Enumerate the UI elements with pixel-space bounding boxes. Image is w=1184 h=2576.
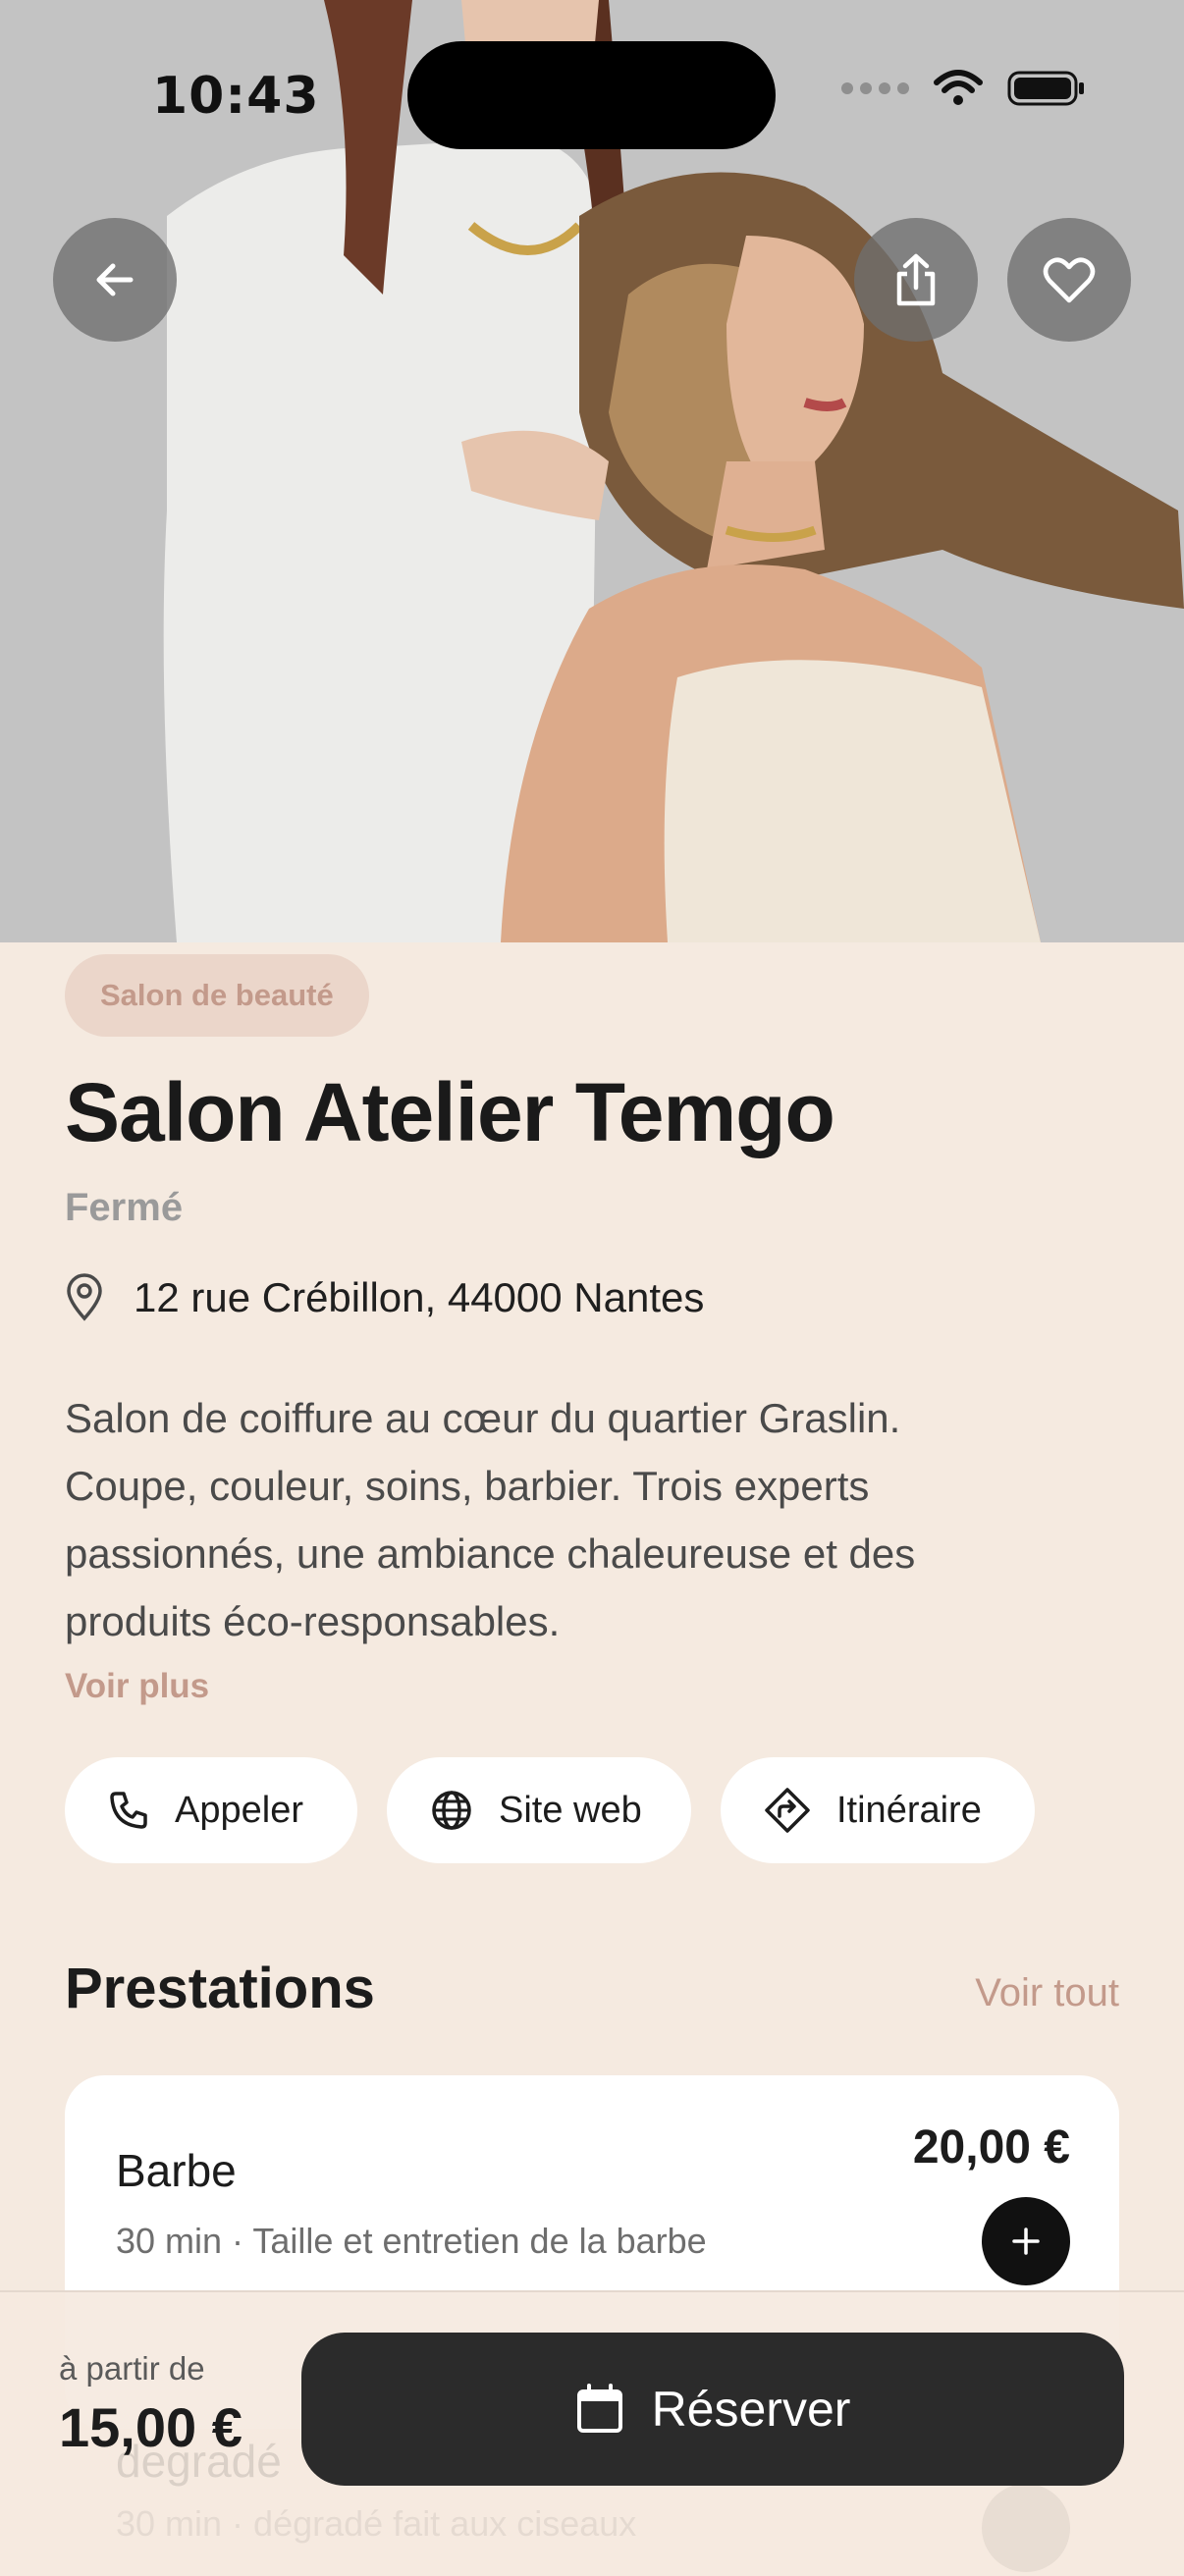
add-service-button[interactable] [982, 2197, 1070, 2285]
description-line: Coupe, couleur, soins, barbier. Trois ex… [65, 1463, 870, 1509]
directions-icon [765, 1788, 810, 1833]
call-label: Appeler [175, 1789, 303, 1831]
see-all-link[interactable]: Voir tout [975, 1971, 1119, 2015]
share-icon [896, 253, 936, 306]
back-button[interactable] [53, 218, 177, 342]
service-price: 20,00 € [912, 2121, 1070, 2174]
description-line: Salon de coiffure au cœur du quartier Gr… [65, 1395, 901, 1441]
wifi-icon [934, 70, 983, 105]
service-meta: 30 min · Taille et entretien de la barbe [116, 2221, 707, 2261]
map-pin-icon [67, 1273, 102, 1321]
description-line: passionnés, une ambiance chaleureuse et … [65, 1530, 916, 1577]
directions-label: Itinéraire [836, 1789, 982, 1831]
favorite-button[interactable] [1007, 218, 1131, 342]
salon-description: Salon de coiffure au cœur du quartier Gr… [65, 1384, 1105, 1655]
arrow-left-icon [96, 263, 134, 296]
from-price: 15,00 € [59, 2396, 242, 2458]
add-service-button-behind [982, 2484, 1070, 2572]
see-more-link[interactable]: Voir plus [65, 1667, 209, 1706]
page-title: Salon Atelier Temgo [65, 1066, 835, 1158]
category-chip: Salon de beauté [65, 954, 369, 1037]
battery-icon [1007, 71, 1084, 106]
from-label: à partir de [59, 2350, 205, 2387]
plus-icon [1012, 2227, 1040, 2255]
description-line: produits éco-responsables. [65, 1598, 561, 1644]
services-title: Prestations [65, 1957, 375, 2020]
dynamic-island [407, 41, 776, 149]
call-button[interactable]: Appeler [65, 1757, 357, 1863]
address-row[interactable]: 12 rue Crébillon, 44000 Nantes [65, 1273, 704, 1322]
reserve-button[interactable]: Réserver [301, 2333, 1124, 2486]
address-text: 12 rue Crébillon, 44000 Nantes [134, 1274, 705, 1320]
status-indicators [841, 69, 1086, 108]
share-button[interactable] [854, 218, 978, 342]
website-button[interactable]: Site web [387, 1757, 691, 1863]
heart-icon [1043, 257, 1096, 303]
action-buttons: Appeler Site web Itinéraire [65, 1757, 1035, 1863]
phone-icon [110, 1792, 147, 1829]
status-time: 10:43 [152, 67, 320, 126]
hero-photo: 10:43 [0, 0, 1184, 942]
signal-icon [841, 82, 909, 94]
directions-button[interactable]: Itinéraire [721, 1757, 1035, 1863]
service-meta-behind: 30 min · dégradé fait aux ciseaux [116, 2503, 637, 2544]
globe-icon [432, 1791, 471, 1830]
service-name: Barbe [116, 2145, 237, 2196]
calendar-icon [576, 2384, 622, 2433]
reserve-label: Réserver [651, 2382, 851, 2437]
open-status: Fermé [65, 1186, 184, 1229]
website-label: Site web [499, 1789, 642, 1831]
